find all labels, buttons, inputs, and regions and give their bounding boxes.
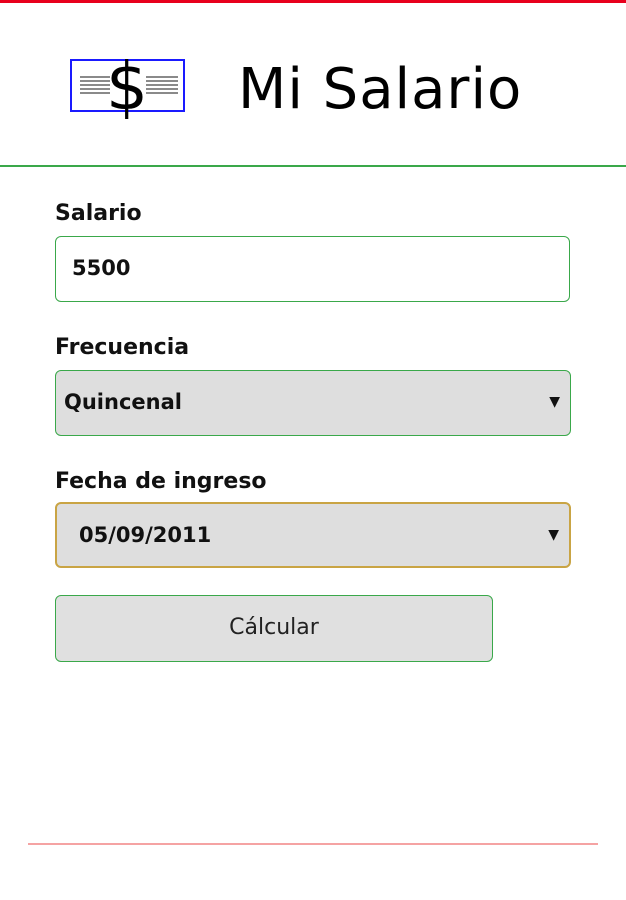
app-title: Mi Salario	[238, 57, 523, 122]
start-date-value: 05/09/2011	[79, 523, 212, 547]
dropdown-arrow-icon: ▼	[548, 527, 559, 543]
footer-divider	[28, 843, 598, 845]
frequency-label: Frecuencia	[55, 335, 190, 360]
salary-label: Salario	[55, 201, 142, 226]
salary-value: 5500	[72, 256, 131, 280]
frequency-selected-value: Quincenal	[64, 390, 182, 414]
dropdown-arrow-icon: ▼	[549, 394, 560, 410]
start-date-picker[interactable]: 05/09/2011 ▼	[55, 502, 571, 568]
frequency-select[interactable]: Quincenal ▼	[55, 370, 571, 436]
app-screen: $ Mi Salario Salario 5500 Frecuencia Qui…	[0, 0, 626, 900]
calculate-button[interactable]: Cálcular	[55, 595, 493, 662]
start-date-label: Fecha de ingreso	[55, 469, 267, 494]
dollar-document-icon: $	[68, 43, 188, 127]
svg-text:$: $	[106, 48, 148, 125]
salary-input[interactable]: 5500	[55, 236, 570, 302]
app-header: $ Mi Salario	[0, 3, 626, 167]
